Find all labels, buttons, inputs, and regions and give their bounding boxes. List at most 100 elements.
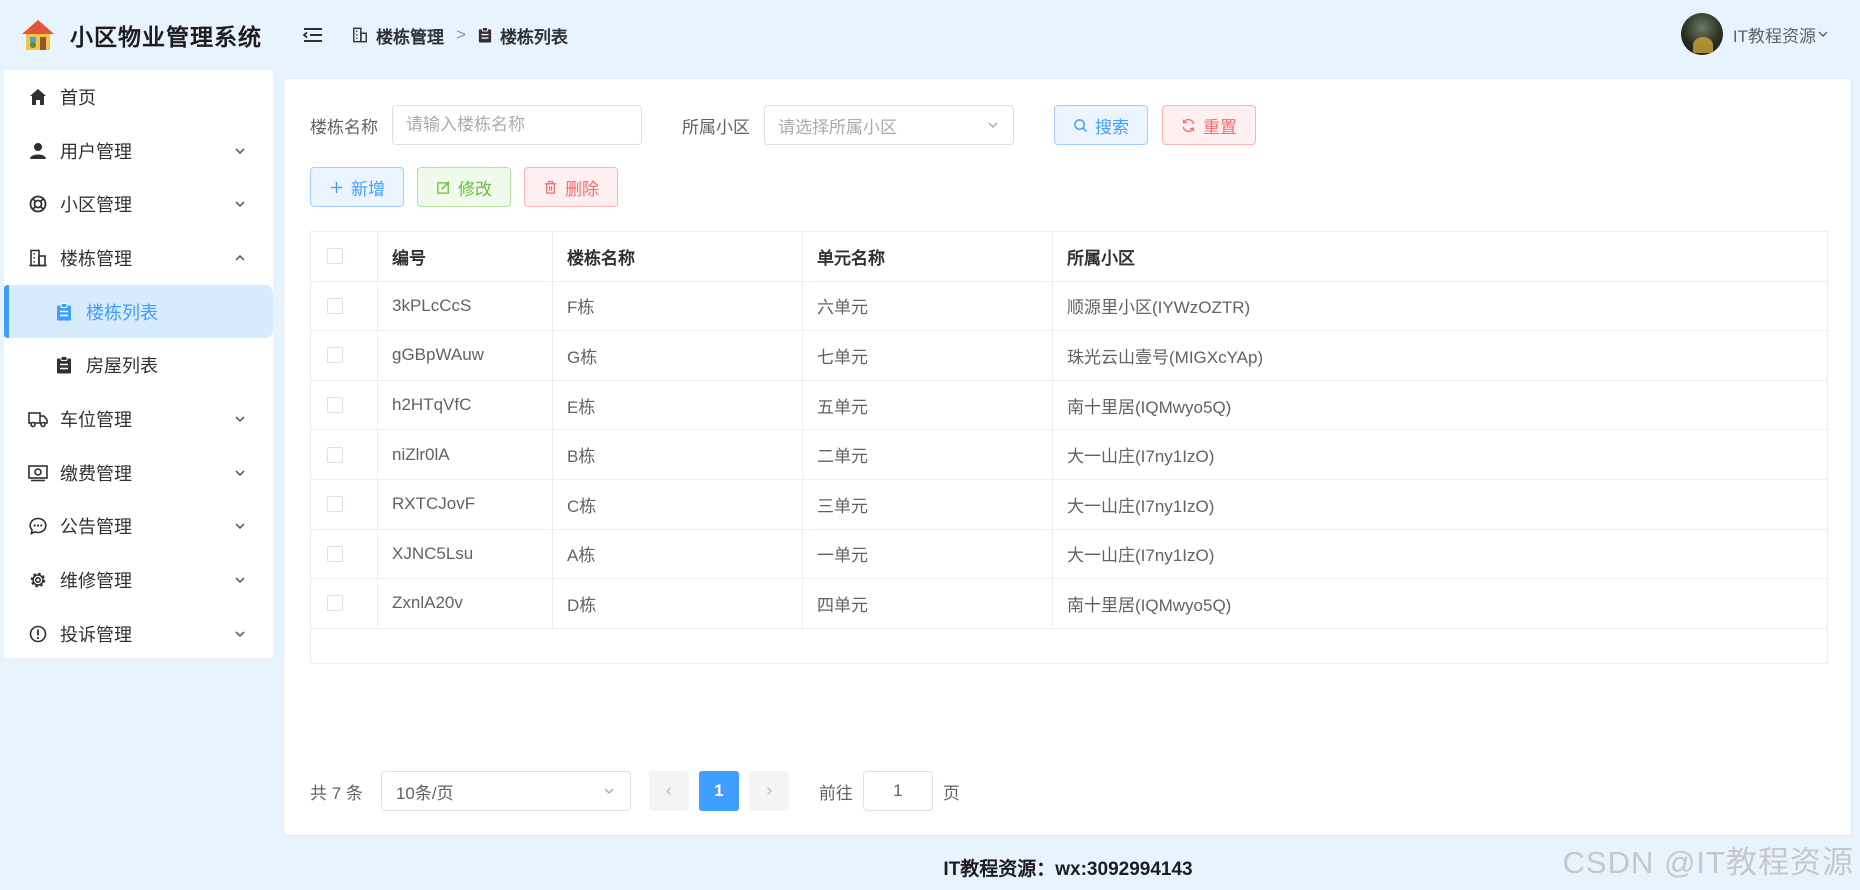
building-icon [28, 248, 48, 268]
sidebar-item-label: 楼栋列表 [86, 302, 158, 323]
search-form: 楼栋名称 所属小区 请选择所属小区 搜索 重置 [310, 105, 1256, 145]
table-row[interactable]: XJNC5Lsu A栋 一单元 大一山庄(I7ny1IzO) [311, 529, 1827, 580]
table-row[interactable]: niZlr0lA B栋 二单元 大一山庄(I7ny1IzO) [311, 430, 1827, 480]
plus-icon [330, 181, 343, 193]
building-name-input[interactable] [392, 105, 642, 145]
row-checkbox[interactable] [327, 397, 343, 414]
prev-page-button[interactable] [648, 771, 689, 811]
sidebar-item-house-list[interactable]: 房屋列表 [4, 338, 273, 392]
row-checkbox[interactable] [327, 545, 343, 562]
table-cell: XJNC5Lsu [378, 529, 553, 579]
table-cell: 珠光云山壹号(MIGXcYAp) [1067, 347, 1264, 367]
table-cell: 大一山庄(I7ny1IzO) [1067, 447, 1215, 467]
table-cell: 南十里居(IQMwyo5Q) [1067, 397, 1232, 417]
building-name-label: 楼栋名称 [310, 117, 378, 137]
chevron-up-icon [235, 254, 245, 261]
search-icon [1074, 118, 1088, 132]
sidebar-item-community[interactable]: 小区管理 [4, 177, 273, 231]
sidebar-item-complaints[interactable]: 投诉管理 [4, 607, 273, 661]
gear-icon [28, 570, 48, 590]
clipboard-icon [54, 302, 74, 322]
table-cell: gGBpWAuw [378, 331, 553, 380]
table-row[interactable]: 3kPLcCcS F栋 六单元 顺源里小区(IYWzOZTR) [311, 281, 1827, 332]
edit-button-label: 修改 [458, 179, 492, 199]
row-checkbox[interactable] [327, 595, 343, 612]
table-row[interactable]: ZxnlA20v D栋 四单元 南十里居(IQMwyo5Q) [311, 579, 1827, 629]
row-checkbox[interactable] [327, 347, 343, 364]
next-page-button[interactable] [748, 771, 789, 811]
table-cell: 顺源里小区(IYWzOZTR) [1067, 298, 1251, 318]
sidebar-item-label: 维修管理 [60, 571, 132, 592]
refresh-icon [1182, 118, 1195, 132]
sidebar-item-label: 车位管理 [60, 409, 132, 430]
sidebar-menu: 首页 用户管理 小区管理 楼栋管理 楼栋列表 房屋列表 车位管理 缴费管理 公告… [4, 70, 273, 658]
breadcrumb-item-buildings[interactable]: 楼栋管理 [352, 23, 444, 48]
user-icon [28, 141, 48, 161]
table-cell: A栋 [553, 529, 803, 579]
table-cell: D栋 [553, 579, 803, 628]
table-header-cell [311, 232, 378, 281]
watermark: CSDN @IT教程资源 [1562, 845, 1854, 880]
table-cell: RXTCJovF [378, 479, 553, 529]
select-all-checkbox[interactable] [327, 248, 343, 265]
sidebar-item-buildings[interactable]: 楼栋管理 [4, 231, 273, 285]
row-checkbox[interactable] [327, 496, 343, 513]
breadcrumb-separator: > [456, 25, 466, 44]
table-row[interactable]: h2HTqVfC E栋 五单元 南十里居(IQMwyo5Q) [311, 380, 1827, 431]
goto-page-input[interactable] [862, 771, 933, 811]
search-button[interactable]: 搜索 [1054, 105, 1148, 145]
row-checkbox[interactable] [327, 297, 343, 314]
building-icon [353, 27, 367, 43]
community-select-placeholder: 请选择所属小区 [778, 117, 897, 137]
sidebar-item-parking[interactable]: 车位管理 [4, 392, 273, 446]
chevron-down-icon [235, 523, 245, 530]
chevron-down-icon [235, 201, 245, 208]
lifebuoy-icon [28, 194, 48, 214]
delete-button-label: 删除 [565, 179, 599, 199]
chevron-down-icon [988, 122, 998, 129]
table-cell: B栋 [553, 430, 803, 479]
table-cell: F栋 [553, 281, 803, 331]
table-cell [311, 479, 378, 529]
search-button-label: 搜索 [1095, 117, 1129, 137]
sidebar-item-building-list[interactable]: 楼栋列表 [4, 284, 273, 339]
page-size-select[interactable]: 10条/页 [380, 771, 631, 811]
table-cell [311, 380, 378, 430]
page-number-current[interactable]: 1 [698, 771, 739, 811]
reset-button[interactable]: 重置 [1162, 105, 1256, 145]
row-checkbox[interactable] [327, 446, 343, 463]
main-card: 楼栋名称 所属小区 请选择所属小区 搜索 重置 新增 修 [283, 78, 1852, 836]
table-cell [311, 331, 378, 380]
breadcrumb-label: 楼栋列表 [499, 27, 568, 47]
menu-collapse-icon[interactable] [302, 24, 324, 46]
sidebar-item-users[interactable]: 用户管理 [4, 124, 273, 178]
money-icon [28, 463, 48, 483]
table-cell: 三单元 [803, 479, 1053, 529]
user-menu[interactable]: IT教程资源 [1680, 13, 1830, 55]
table-cell: 六单元 [803, 281, 1053, 331]
table-cell: h2HTqVfC [378, 380, 553, 430]
chevron-left-icon [665, 786, 671, 796]
add-button[interactable]: 新增 [310, 167, 404, 207]
chevron-down-icon [235, 631, 245, 637]
table-cell: E栋 [553, 380, 803, 430]
chevron-down-icon [235, 416, 245, 423]
table-cell: 二单元 [803, 430, 1053, 479]
edit-button[interactable]: 修改 [417, 167, 511, 207]
sidebar-item-label: 房屋列表 [86, 356, 158, 377]
community-select[interactable]: 请选择所属小区 [764, 105, 1014, 145]
sidebar-item-payments[interactable]: 缴费管理 [4, 446, 273, 500]
sidebar-item-home[interactable]: 首页 [4, 70, 273, 124]
breadcrumb: 楼栋管理 > 楼栋列表 [352, 23, 568, 48]
table-row[interactable]: gGBpWAuw G栋 七单元 珠光云山壹号(MIGXcYAp) [311, 331, 1827, 381]
buildings-table: 编号 楼栋名称 单元名称 所属小区 3kPLcCcS F栋 六单元 顺源里小区(… [310, 231, 1828, 664]
delete-button[interactable]: 删除 [524, 167, 618, 207]
chevron-down-icon [235, 470, 245, 476]
logo: 小区物业管理系统 [0, 0, 276, 70]
app-root: 小区物业管理系统 首页 用户管理 小区管理 楼栋管理 楼栋列表 房屋列表 车位管… [0, 0, 1860, 890]
table-row[interactable]: RXTCJovF C栋 三单元 大一山庄(I7ny1IzO) [311, 479, 1827, 530]
chevron-down-icon [235, 147, 245, 154]
sidebar-item-repairs[interactable]: 维修管理 [4, 553, 273, 607]
sidebar-item-notices[interactable]: 公告管理 [4, 500, 273, 554]
warning-icon [28, 624, 48, 644]
